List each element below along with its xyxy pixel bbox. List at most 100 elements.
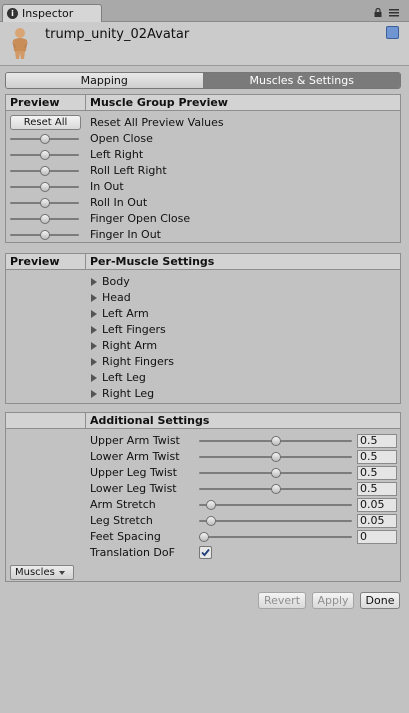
foldout-right-arm[interactable]: Right Arm: [91, 339, 157, 352]
section-header: Preview Muscle Group Preview: [6, 95, 400, 111]
slider-knob[interactable]: [271, 436, 281, 446]
setting-value-field[interactable]: 0.05: [357, 514, 397, 528]
slider-knob[interactable]: [40, 150, 50, 160]
muscles-dropdown-label: Muscles: [15, 567, 55, 578]
apply-button[interactable]: Apply: [312, 592, 354, 609]
slider-knob[interactable]: [40, 198, 50, 208]
preview-slider[interactable]: [10, 198, 79, 208]
foldout-arrow-icon: [91, 277, 97, 286]
reset-all-button[interactable]: Reset All: [10, 115, 81, 130]
slider-knob[interactable]: [199, 532, 209, 542]
setting-label: Upper Leg Twist: [90, 466, 177, 479]
setting-value-field[interactable]: 0.5: [357, 466, 397, 480]
foldout-label: Right Fingers: [102, 355, 175, 368]
preview-slider[interactable]: [10, 182, 79, 192]
foldout-arrow-icon: [91, 341, 97, 350]
preview-slider[interactable]: [10, 150, 79, 160]
checkmark-icon: [201, 548, 210, 557]
setting-slider[interactable]: [199, 436, 352, 446]
foldout-label: Body: [102, 275, 130, 288]
setting-slider[interactable]: [199, 452, 352, 462]
preview-slider[interactable]: [10, 230, 79, 240]
setting-value-field[interactable]: 0.05: [357, 498, 397, 512]
revert-button[interactable]: Revert: [258, 592, 306, 609]
slider-knob[interactable]: [271, 468, 281, 478]
foldout-right-fingers[interactable]: Right Fingers: [91, 355, 174, 368]
setting-label: Upper Arm Twist: [90, 434, 180, 447]
foldout-arrow-icon: [91, 373, 97, 382]
slider-track: [199, 520, 352, 522]
column-divider: [85, 254, 86, 270]
inspector-header: trump_unity_02Avatar: [0, 22, 409, 66]
muscle-group-label: Left Right: [90, 148, 144, 161]
setting-slider[interactable]: [199, 516, 352, 526]
muscle-group-preview-section: Preview Muscle Group Preview Reset All R…: [5, 94, 401, 243]
foldout-label: Right Leg: [102, 387, 155, 400]
slider-knob[interactable]: [40, 230, 50, 240]
slider-track: [199, 504, 352, 506]
foldout-arrow-icon: [91, 325, 97, 334]
slider-knob[interactable]: [40, 166, 50, 176]
preview-slider[interactable]: [10, 134, 79, 144]
per-muscle-settings-section: Preview Per-Muscle Settings Body Head Left…: [5, 253, 401, 404]
translation-dof-checkbox[interactable]: [199, 546, 212, 559]
translation-dof-label: Translation DoF: [90, 546, 175, 559]
tab-inspector-label: Inspector: [22, 7, 74, 20]
help-icon[interactable]: [386, 26, 399, 39]
inspector-icon: i: [7, 8, 18, 19]
foldout-left-fingers[interactable]: Left Fingers: [91, 323, 166, 336]
preview-slider[interactable]: [10, 166, 79, 176]
additional-settings-title: Additional Settings: [90, 414, 210, 427]
setting-value-field[interactable]: 0.5: [357, 482, 397, 496]
tab-inspector[interactable]: i Inspector: [2, 4, 102, 22]
slider-knob[interactable]: [40, 214, 50, 224]
slider-track: [199, 536, 352, 538]
asset-name: trump_unity_02Avatar: [45, 27, 190, 42]
setting-slider[interactable]: [199, 484, 352, 494]
muscle-group-label: Finger Open Close: [90, 212, 191, 225]
muscle-group-label: Finger In Out: [90, 228, 161, 241]
menu-icon[interactable]: [389, 9, 399, 17]
slider-knob[interactable]: [271, 452, 281, 462]
preview-slider[interactable]: [10, 214, 79, 224]
preview-column-header: Preview: [10, 255, 60, 268]
additional-settings-section: Additional Settings Upper Arm Twist 0.5 Lo…: [5, 412, 401, 582]
avatar-icon: [12, 28, 28, 59]
foldout-left-arm[interactable]: Left Arm: [91, 307, 149, 320]
tab-muscles-settings[interactable]: Muscles & Settings: [203, 73, 400, 88]
slider-knob[interactable]: [40, 182, 50, 192]
slider-knob[interactable]: [40, 134, 50, 144]
tab-mapping[interactable]: Mapping: [6, 73, 204, 88]
setting-value-field[interactable]: 0: [357, 530, 397, 544]
column-divider: [85, 413, 86, 429]
setting-slider[interactable]: [199, 532, 352, 542]
preview-column-header: Preview: [10, 96, 60, 109]
foldout-head[interactable]: Head: [91, 291, 131, 304]
foldout-body[interactable]: Body: [91, 275, 130, 288]
reset-all-label: Reset All Preview Values: [90, 116, 224, 129]
foldout-arrow-icon: [91, 357, 97, 366]
foldout-arrow-icon: [91, 389, 97, 398]
foldout-left-leg[interactable]: Left Leg: [91, 371, 146, 384]
done-button[interactable]: Done: [360, 592, 400, 609]
setting-label: Feet Spacing: [90, 530, 161, 543]
foldout-label: Head: [102, 291, 131, 304]
mode-toolbar: Mapping Muscles & Settings: [5, 72, 401, 89]
setting-value-field[interactable]: 0.5: [357, 434, 397, 448]
setting-label: Lower Leg Twist: [90, 482, 177, 495]
slider-knob[interactable]: [206, 500, 216, 510]
muscle-group-label: Open Close: [90, 132, 153, 145]
muscles-dropdown[interactable]: Muscles: [10, 565, 74, 580]
foldout-right-leg[interactable]: Right Leg: [91, 387, 154, 400]
section-header: Preview Per-Muscle Settings: [6, 254, 400, 270]
foldout-arrow-icon: [91, 293, 97, 302]
muscle-group-preview-title: Muscle Group Preview: [90, 96, 228, 109]
setting-value-field[interactable]: 0.5: [357, 450, 397, 464]
lock-icon[interactable]: [374, 8, 382, 17]
chevron-down-icon: [58, 570, 65, 575]
slider-knob[interactable]: [271, 484, 281, 494]
setting-slider[interactable]: [199, 468, 352, 478]
setting-slider[interactable]: [199, 500, 352, 510]
foldout-label: Left Arm: [102, 307, 149, 320]
slider-knob[interactable]: [206, 516, 216, 526]
